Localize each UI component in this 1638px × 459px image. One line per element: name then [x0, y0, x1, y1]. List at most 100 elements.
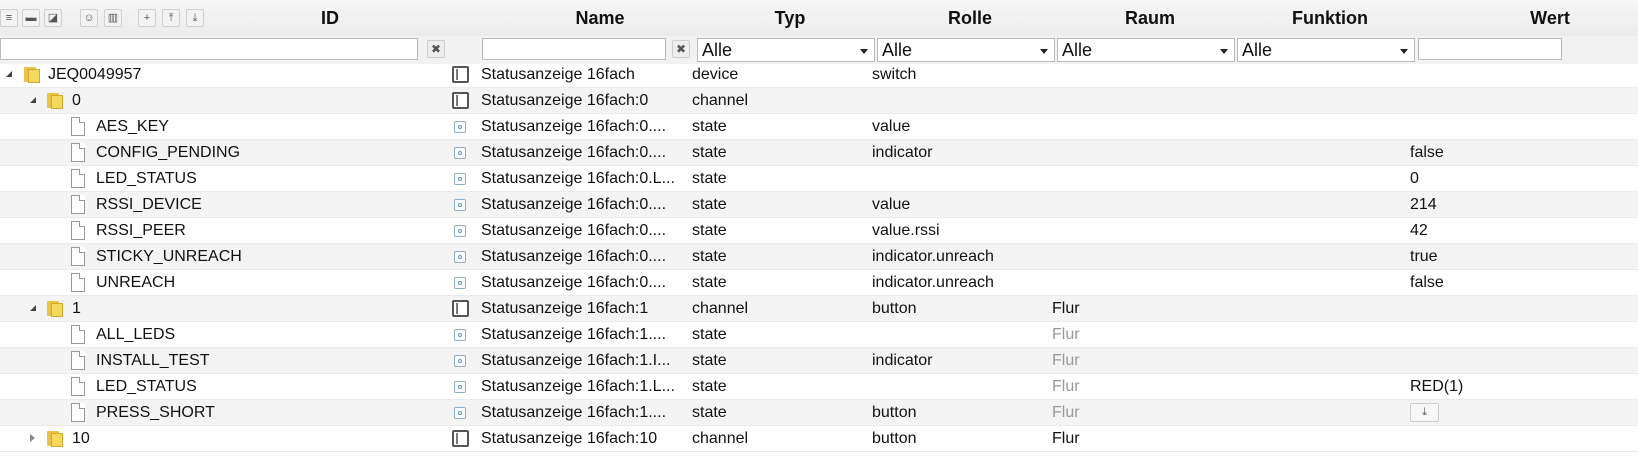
- row-id: RSSI_PEER: [96, 222, 186, 239]
- chevron-down-icon: [1040, 49, 1048, 54]
- table-row[interactable]: PRESS_SHORT Statusanzeige 16fach:1.... s…: [0, 400, 1638, 426]
- row-name: Statusanzeige 16fach:1.I...: [481, 352, 671, 369]
- table-row[interactable]: JEQ0049957 Statusanzeige 16fach device s…: [0, 62, 1638, 88]
- file-icon: [71, 325, 85, 344]
- row-id: PRESS_SHORT: [96, 404, 215, 421]
- channel-icon: [452, 92, 469, 109]
- row-name: Statusanzeige 16fach:1....: [481, 326, 667, 343]
- column-header-id[interactable]: ID: [290, 8, 370, 29]
- chevron-down-icon: [1220, 49, 1228, 54]
- row-name: Statusanzeige 16fach:0....: [481, 144, 667, 161]
- raum-filter-select[interactable]: Alle: [1057, 38, 1235, 62]
- column-header-funktion[interactable]: Funktion: [1260, 8, 1400, 29]
- row-rolle: indicator.unreach: [872, 248, 994, 265]
- row-typ: state: [692, 326, 727, 343]
- table-row[interactable]: UNREACH Statusanzeige 16fach:0.... state…: [0, 270, 1638, 296]
- table-row[interactable]: INSTALL_TEST Statusanzeige 16fach:1.I...…: [0, 348, 1638, 374]
- column-header-typ[interactable]: Typ: [740, 8, 840, 29]
- row-id: 1: [72, 300, 81, 317]
- row-name: Statusanzeige 16fach:0....: [481, 196, 667, 213]
- folder-closed-icon[interactable]: ▬: [22, 9, 40, 27]
- row-name: Statusanzeige 16fach:1: [481, 300, 649, 317]
- column-header-rolle[interactable]: Rolle: [920, 8, 1020, 29]
- collapse-arrow-icon[interactable]: [30, 305, 36, 311]
- column-header-raum[interactable]: Raum: [1100, 8, 1200, 29]
- name-filter-input[interactable]: [482, 38, 666, 60]
- column-header-wert[interactable]: Wert: [1510, 8, 1590, 29]
- row-typ: device: [692, 66, 739, 83]
- row-rolle: button: [872, 300, 917, 317]
- row-id: LED_STATUS: [96, 170, 197, 187]
- download-icon[interactable]: ⤓: [1410, 403, 1439, 422]
- collapse-arrow-icon[interactable]: [6, 71, 12, 77]
- row-typ: state: [692, 170, 727, 187]
- file-icon: [71, 117, 85, 136]
- typ-filter-select[interactable]: Alle: [697, 38, 875, 62]
- table-row[interactable]: 10 Statusanzeige 16fach:10 channel butto…: [0, 426, 1638, 452]
- state-icon: [454, 173, 466, 185]
- row-wert: 0: [1410, 170, 1419, 187]
- row-id: CONFIG_PENDING: [96, 144, 241, 161]
- row-rolle: indicator: [872, 352, 933, 369]
- row-rolle: value: [872, 196, 911, 213]
- table-row[interactable]: ALL_LEDS Statusanzeige 16fach:1.... stat…: [0, 322, 1638, 348]
- channel-icon: [452, 300, 469, 317]
- row-name: Statusanzeige 16fach:1....: [481, 404, 667, 421]
- file-icon: [71, 351, 85, 370]
- row-id: AES_KEY: [96, 118, 169, 135]
- list-icon[interactable]: ≡: [0, 9, 18, 27]
- table-row[interactable]: CONFIG_PENDING Statusanzeige 16fach:0...…: [0, 140, 1638, 166]
- funktion-filter-select[interactable]: Alle: [1237, 38, 1415, 62]
- row-id: INSTALL_TEST: [96, 352, 210, 369]
- row-typ: state: [692, 378, 727, 395]
- row-name: Statusanzeige 16fach:0....: [481, 118, 667, 135]
- expand-arrow-icon[interactable]: [30, 434, 35, 442]
- row-wert: false: [1410, 144, 1444, 161]
- collapse-arrow-icon[interactable]: [30, 97, 36, 103]
- row-raum: Flur: [1052, 430, 1080, 447]
- chevron-down-icon: [1400, 49, 1408, 54]
- clear-id-filter-icon[interactable]: ✖: [427, 40, 445, 58]
- channel-icon: [452, 430, 469, 447]
- rolle-filter-select[interactable]: Alle: [877, 38, 1055, 62]
- file-icon: [71, 221, 85, 240]
- state-icon: [454, 251, 466, 263]
- state-icon: [454, 355, 466, 367]
- row-name: Statusanzeige 16fach:10: [481, 430, 658, 447]
- table-row[interactable]: 0 Statusanzeige 16fach:0 channel: [0, 88, 1638, 114]
- file-icon: [71, 377, 85, 396]
- folder-open-icon[interactable]: ◪: [44, 9, 62, 27]
- clear-name-filter-icon[interactable]: ✖: [672, 40, 690, 58]
- typ-filter-value: Alle: [702, 40, 733, 60]
- plus-icon[interactable]: +: [138, 9, 156, 27]
- row-rolle: value.rssi: [872, 222, 940, 239]
- table-row[interactable]: 1 Statusanzeige 16fach:1 channel button …: [0, 296, 1638, 322]
- download-icon[interactable]: ⤓: [186, 9, 204, 27]
- state-icon: [454, 277, 466, 289]
- user-icon[interactable]: ☺: [80, 9, 98, 27]
- row-id: STICKY_UNREACH: [96, 248, 242, 265]
- file-icon: [71, 169, 85, 188]
- wert-filter-input[interactable]: [1418, 38, 1562, 60]
- table-row[interactable]: RSSI_PEER Statusanzeige 16fach:0.... sta…: [0, 218, 1638, 244]
- file-icon: [71, 247, 85, 266]
- table-row[interactable]: STICKY_UNREACH Statusanzeige 16fach:0...…: [0, 244, 1638, 270]
- table-row[interactable]: LED_STATUS Statusanzeige 16fach:0.L... s…: [0, 166, 1638, 192]
- id-filter-input[interactable]: [0, 38, 418, 60]
- row-typ: state: [692, 352, 727, 369]
- upload-icon[interactable]: ⤒: [162, 9, 180, 27]
- state-icon: [454, 121, 466, 133]
- table-row[interactable]: AES_KEY Statusanzeige 16fach:0.... state…: [0, 114, 1638, 140]
- row-wert: 42: [1410, 222, 1428, 239]
- book-icon[interactable]: ▥: [104, 9, 122, 27]
- row-wert: 214: [1410, 196, 1437, 213]
- row-id: RSSI_DEVICE: [96, 196, 202, 213]
- row-name: Statusanzeige 16fach:0....: [481, 248, 667, 265]
- row-typ: state: [692, 196, 727, 213]
- table-row[interactable]: LED_STATUS Statusanzeige 16fach:1.L... s…: [0, 374, 1638, 400]
- row-typ: state: [692, 222, 727, 239]
- table-row[interactable]: RSSI_DEVICE Statusanzeige 16fach:0.... s…: [0, 192, 1638, 218]
- column-header-name[interactable]: Name: [540, 8, 660, 29]
- row-raum: Flur: [1052, 300, 1080, 317]
- state-icon: [454, 407, 466, 419]
